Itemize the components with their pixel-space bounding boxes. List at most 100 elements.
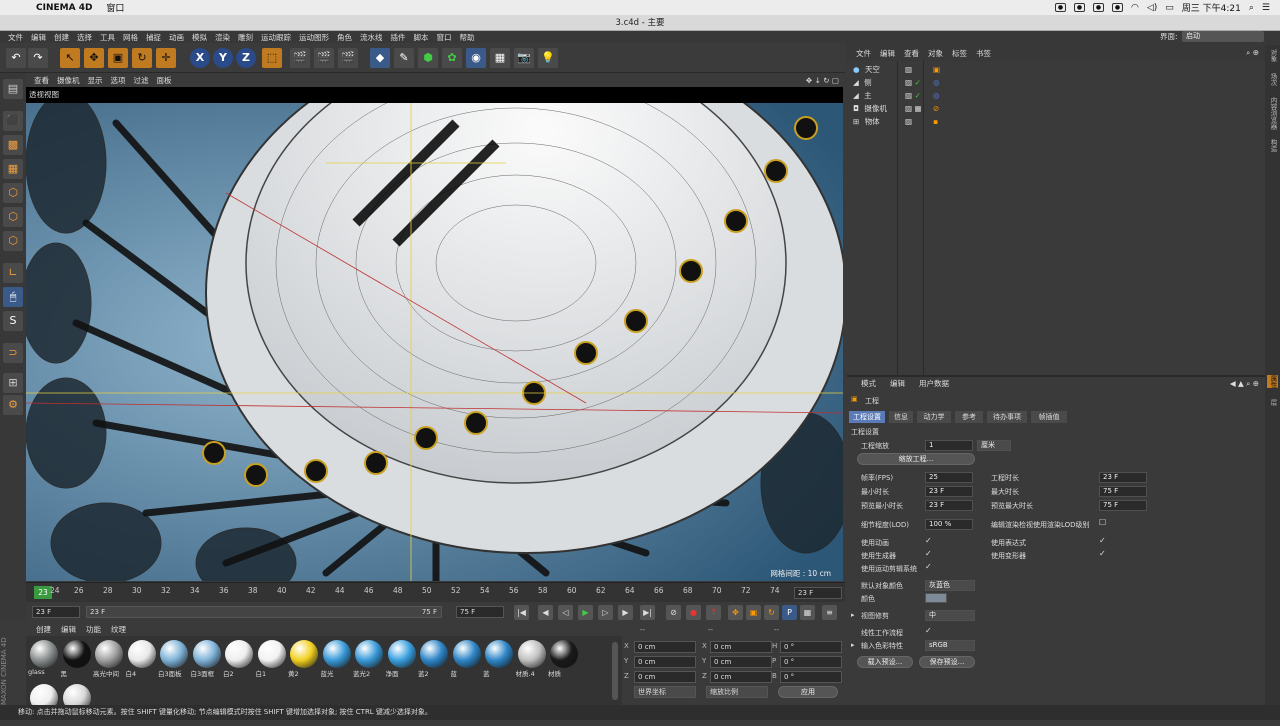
tag-icon[interactable]: ⊘ <box>933 103 939 115</box>
color-profile-select[interactable]: sRGB <box>925 640 975 651</box>
position-y-field[interactable]: 0 cm <box>634 656 696 668</box>
workplane-lock-icon[interactable]: ⊞ <box>3 373 23 393</box>
preview-min-field[interactable]: 23 F <box>925 500 973 511</box>
scale-mode-select[interactable]: 缩放比例 <box>706 686 768 698</box>
material-swatch[interactable]: 白4 <box>126 640 158 682</box>
snap-icon[interactable]: ⊃ <box>3 343 23 363</box>
vertical-tab[interactable]: 属性 <box>1267 375 1278 388</box>
object-row[interactable]: ● 天空 ▨ ▣ <box>853 64 1263 76</box>
tag-icon[interactable]: ▪ <box>933 116 938 128</box>
profile-arrow-icon[interactable]: ▸ <box>851 641 855 649</box>
material-swatch[interactable]: 高光中间 <box>93 640 125 682</box>
render-settings-icon[interactable]: 🎬 <box>338 48 358 68</box>
cube-icon[interactable]: ◆ <box>370 48 390 68</box>
rotation-h-field[interactable]: 0 ° <box>780 641 842 653</box>
x-axis-icon[interactable]: X <box>190 48 210 68</box>
material-swatch[interactable]: 白1 <box>256 640 288 682</box>
make-editable-icon[interactable]: ▤ <box>3 79 23 99</box>
viewport-menu-item[interactable]: 选项 <box>111 75 126 86</box>
next-frame-icon[interactable]: ▷ <box>598 605 613 620</box>
menu-item[interactable]: 创建 <box>54 32 69 43</box>
tag-icon[interactable]: ◎ <box>933 90 940 102</box>
solo-icon[interactable]: S <box>3 311 23 331</box>
layout-select[interactable]: 启动 <box>1182 31 1264 42</box>
quantize-icon[interactable]: ⚙ <box>3 395 23 415</box>
visibility-icon[interactable]: ▨ <box>905 116 912 128</box>
menu-item[interactable]: 窗口 <box>437 32 452 43</box>
timeline-end-field[interactable]: 23 F <box>794 587 842 599</box>
menu-item[interactable]: 运动图形 <box>299 32 329 43</box>
tag-icon[interactable]: ◎ <box>933 77 940 89</box>
object-menu-item[interactable]: 标签 <box>952 48 967 59</box>
prev-key-icon[interactable]: ◀ <box>538 605 553 620</box>
tweak-icon[interactable]: 🖱 <box>3 287 23 307</box>
undo-icon[interactable]: ↶ <box>6 48 26 68</box>
material-swatch[interactable]: 蓝2 <box>418 640 450 682</box>
menu-item[interactable]: 选择 <box>77 32 92 43</box>
status-icon[interactable]: ● <box>1054 3 1066 12</box>
status-icon[interactable]: ● <box>1092 3 1104 12</box>
render-picture-viewer-icon[interactable]: 🎬 <box>314 48 334 68</box>
key-rotate-icon[interactable]: ↻ <box>764 605 779 620</box>
fps-field[interactable]: 25 <box>925 472 973 483</box>
scale-unit-select[interactable]: 厘米 <box>977 440 1011 451</box>
viewport-menu-item[interactable]: 显示 <box>88 75 103 86</box>
project-length-field[interactable]: 23 F <box>1099 472 1147 483</box>
material-swatch[interactable]: 净面 <box>386 640 418 682</box>
select-icon[interactable]: ↖ <box>60 48 80 68</box>
rotation-p-field[interactable]: 0 ° <box>780 656 842 668</box>
tab-todo[interactable]: 待办事项 <box>987 411 1027 423</box>
size-z-field[interactable]: 0 cm <box>710 671 772 683</box>
move-icon[interactable]: ✥ <box>84 48 104 68</box>
viewport-menu-item[interactable]: 查看 <box>34 75 49 86</box>
pen-icon[interactable]: ✎ <box>394 48 414 68</box>
timeline[interactable]: 23 24 26 28 30 32 34 36 38 40 42 44 46 4… <box>26 582 845 602</box>
prev-frame-icon[interactable]: ◁ <box>558 605 573 620</box>
material-swatch[interactable]: 蓝 <box>451 640 483 682</box>
vertical-tab[interactable]: 对象 <box>1267 49 1278 62</box>
material-swatch[interactable]: 材质.4 <box>516 640 548 682</box>
material-menu-item[interactable]: 功能 <box>86 624 101 635</box>
menu-item[interactable]: 插件 <box>391 32 406 43</box>
key-position-icon[interactable]: ✥ <box>728 605 743 620</box>
play-icon[interactable]: ▶ <box>578 605 593 620</box>
min-time-field[interactable]: 23 F <box>925 486 973 497</box>
rotation-b-field[interactable]: 0 ° <box>780 671 842 683</box>
size-y-field[interactable]: 0 cm <box>710 656 772 668</box>
menu-item[interactable]: 运动跟踪 <box>261 32 291 43</box>
subdivision-icon[interactable]: ⬢ <box>418 48 438 68</box>
lod-field[interactable]: 100 % <box>925 519 973 530</box>
material-swatch[interactable]: 蓝光2 <box>353 640 385 682</box>
material-swatch[interactable]: 材质 <box>548 640 580 682</box>
use-generator-checkbox[interactable]: ✓ <box>925 549 932 558</box>
clip-select[interactable]: 中 <box>925 610 975 621</box>
menu-item[interactable]: 捕捉 <box>146 32 161 43</box>
tab-dynamics[interactable]: 动力学 <box>917 411 951 423</box>
vertical-tab[interactable]: 内容浏览器 <box>1267 97 1278 130</box>
attribute-menu-item[interactable]: 用户数据 <box>919 378 949 389</box>
material-swatch[interactable]: 蓝 <box>483 640 515 682</box>
material-swatch[interactable]: 蓝光 <box>321 640 353 682</box>
battery-icon[interactable]: ▭ <box>1165 3 1174 13</box>
visibility-icon[interactable]: ▨ <box>905 64 912 76</box>
use-deformer-checkbox[interactable]: ✓ <box>1099 549 1106 558</box>
autokey-icon[interactable]: ? <box>706 605 721 620</box>
goto-start-icon[interactable]: |◀ <box>514 605 529 620</box>
material-menu-item[interactable]: 纹理 <box>111 624 126 635</box>
cloner-icon[interactable]: ✿ <box>442 48 462 68</box>
redo-icon[interactable]: ↷ <box>28 48 48 68</box>
app-menu[interactable]: CINEMA 4D <box>36 3 92 13</box>
wifi-icon[interactable]: ◠ <box>1131 3 1139 13</box>
material-swatch[interactable]: 白2 <box>223 640 255 682</box>
preview-max-field[interactable]: 75 F <box>1099 500 1147 511</box>
tab-reference[interactable]: 参考 <box>955 411 983 423</box>
viewport-menu-item[interactable]: 摄像机 <box>57 75 80 86</box>
scale-project-button[interactable]: 缩放工程... <box>857 453 975 465</box>
material-menu-item[interactable]: 编辑 <box>61 624 76 635</box>
position-z-field[interactable]: 0 cm <box>634 671 696 683</box>
texture-mode-icon[interactable]: ▩ <box>3 135 23 155</box>
polygons-mode-icon[interactable]: ⬡ <box>3 231 23 251</box>
coord-system-select[interactable]: 世界坐标 <box>634 686 696 698</box>
goto-end-icon[interactable]: ▶| <box>640 605 655 620</box>
material-swatch[interactable]: 黑 <box>61 640 93 682</box>
